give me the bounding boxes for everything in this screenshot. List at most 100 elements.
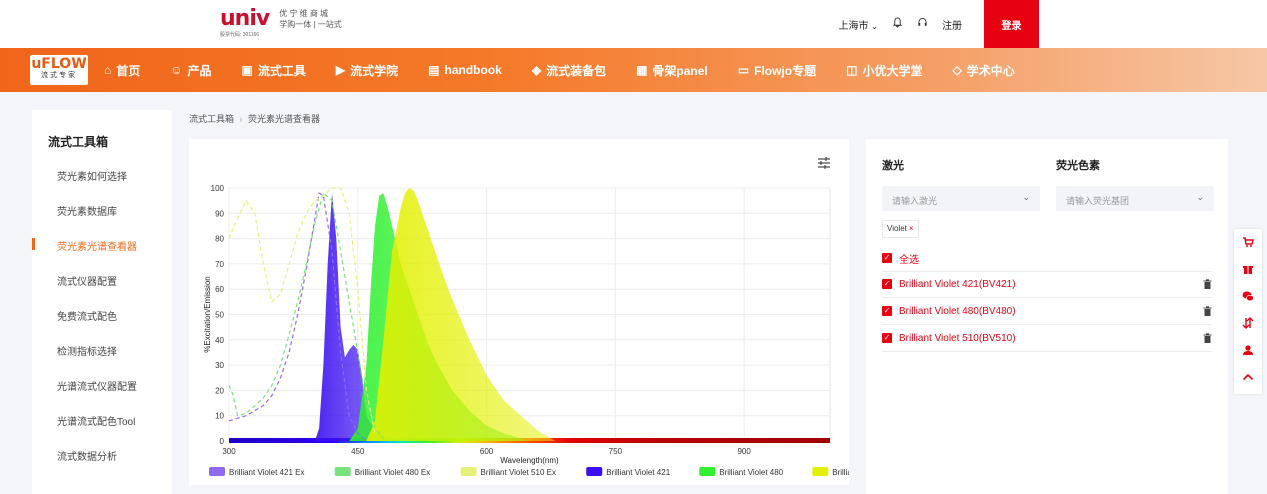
checkbox-checked-icon[interactable]: ✓ — [882, 333, 892, 343]
dye-row[interactable]: ✓ Brilliant Violet 510(BV510) — [882, 325, 1212, 352]
nav-item-4[interactable]: ▤ handbook — [428, 62, 502, 79]
y-tick-label: 40 — [215, 336, 224, 345]
legend-swatch — [209, 467, 225, 476]
sidebar-item[interactable]: 光谱流式配色Tool — [57, 413, 135, 428]
y-tick-label: 20 — [215, 386, 224, 395]
checkbox-checked-icon[interactable]: ✓ — [882, 306, 892, 316]
sidebar-item[interactable]: 免费流式配色 — [57, 308, 117, 323]
nav-item-label: 流式工具 — [257, 63, 306, 78]
y-tick-label: 60 — [215, 285, 224, 294]
sidebar-item[interactable]: 荧光素光谱查看器 — [57, 238, 137, 253]
sidebar-item[interactable]: 流式数据分析 — [57, 448, 117, 463]
y-tick-label: 50 — [215, 311, 224, 320]
dye-row[interactable]: ✓ Brilliant Violet 480(BV480) — [882, 298, 1212, 325]
nav-item-8[interactable]: ◫ 小优大学堂 — [846, 62, 922, 79]
register-link[interactable]: 注册 — [942, 17, 962, 32]
nav-item-label: 首页 — [116, 63, 141, 78]
legend-label: Brilliant Violet 480 Ex — [355, 468, 430, 477]
nav-icon: ▤ — [428, 63, 440, 77]
sidebar-item[interactable]: 检测指标选择 — [57, 343, 117, 358]
gift-icon[interactable] — [1234, 263, 1262, 278]
logo-stock-code: 股票代码: 301166 — [220, 32, 260, 38]
laser-tag-label: Violet — [887, 224, 907, 233]
headset-icon[interactable] — [917, 17, 928, 31]
uflow-logo[interactable]: uFLOW 流式专家 — [30, 55, 88, 85]
dye-label: 荧光色素 — [1056, 160, 1100, 172]
laser-label: 激光 — [882, 160, 904, 172]
remove-tag-icon[interactable]: × — [909, 224, 914, 233]
breadcrumb: 流式工具箱 › 荧光素光谱查看器 — [189, 112, 320, 125]
y-tick-label: 30 — [215, 361, 224, 370]
chevron-down-icon: ⌄ — [871, 21, 878, 31]
back-to-top-icon[interactable] — [1234, 371, 1262, 386]
legend-swatch — [812, 467, 829, 476]
dye-select[interactable]: 请输入荧光基团 ⌄ — [1056, 186, 1214, 211]
sidebar-title: 流式工具箱 — [48, 135, 109, 149]
nav-icon: ☺ — [170, 63, 183, 77]
dye-row[interactable]: ✓ Brilliant Violet 421(BV421) — [882, 271, 1212, 298]
legend-label: Brilliant Violet 421 Ex — [229, 468, 304, 477]
uflow-logo-sub: 流式专家 — [41, 72, 77, 79]
trash-icon[interactable] — [1203, 333, 1212, 345]
y-tick-label: 80 — [215, 235, 224, 244]
nav-item-2[interactable]: ▣ 流式工具 — [242, 62, 306, 79]
nav-item-label: 骨架panel — [652, 63, 708, 78]
sidebar-item[interactable]: 荧光素数据库 — [57, 203, 117, 218]
spectrum-chart: 0 10 20 30 40 50 60 70 80 90 100 300 450 600 750 900 Wav… — [203, 184, 849, 477]
nav-item-label: 小优大学堂 — [862, 63, 923, 78]
nav-item-label: 流式学院 — [350, 63, 399, 78]
city-selector[interactable]: 上海市 ⌄ — [839, 17, 878, 32]
chevron-down-icon: ⌄ — [1196, 192, 1204, 202]
checkbox-checked-icon[interactable]: ✓ — [882, 253, 892, 263]
trash-icon[interactable] — [1203, 306, 1212, 318]
nav-item-label: 学术中心 — [966, 63, 1015, 78]
active-indicator — [32, 238, 35, 250]
nav-item-3[interactable]: ▶ 流式学院 — [336, 62, 398, 79]
laser-tag: Violet × — [882, 220, 919, 238]
nav-item-7[interactable]: ▭ Flowjo专题 — [738, 62, 816, 79]
spectrum-chart-panel: 0 10 20 30 40 50 60 70 80 90 100 300 450 600 750 900 Wav… — [189, 139, 849, 485]
legend-label: Brilliant Violet 510 Ex — [481, 468, 556, 477]
legend-swatch — [334, 467, 351, 476]
chat-icon[interactable] — [1234, 290, 1262, 305]
breadcrumb-parent[interactable]: 流式工具箱 — [189, 114, 234, 124]
nav-item-label: 流式装备包 — [546, 63, 607, 78]
nav-item-label: 产品 — [187, 63, 212, 78]
chevron-down-icon: ⌄ — [1022, 192, 1030, 202]
x-tick-label: 900 — [737, 447, 751, 456]
nav-item-label: Flowjo专题 — [754, 63, 817, 78]
sidebar-item[interactable]: 荧光素如何选择 — [57, 168, 127, 183]
y-tick-label: 10 — [215, 412, 224, 421]
nav-item-9[interactable]: ◇ 学术中心 — [952, 62, 1014, 79]
nav-item-5[interactable]: ◈ 流式装备包 — [532, 62, 606, 79]
nav-item-1[interactable]: ☺ 产品 — [170, 62, 211, 79]
sidebar-item[interactable]: 流式仪器配置 — [57, 273, 117, 288]
laser-select[interactable]: 请输入激光 ⌄ — [882, 186, 1040, 211]
cart-icon[interactable] — [1234, 236, 1262, 251]
nav-icon: ▦ — [636, 63, 648, 77]
select-all-row[interactable]: ✓ 全选 — [882, 245, 1212, 272]
y-tick-label: 0 — [220, 437, 225, 446]
nav-item-0[interactable]: ⌂ 首页 — [104, 62, 140, 79]
trash-icon[interactable] — [1203, 279, 1212, 291]
nav-icon: ◈ — [531, 63, 542, 77]
x-tick-label: 300 — [222, 447, 236, 456]
bell-icon[interactable] — [892, 17, 903, 31]
logo-tagline: 优 宁 维 商 城 学购一体 | 一站式 — [279, 8, 342, 30]
nav-icon: ◇ — [952, 63, 962, 77]
dye-label: Brilliant Violet 480(BV480) — [899, 305, 1016, 317]
checkbox-checked-icon[interactable]: ✓ — [882, 279, 892, 289]
uflow-logo-word: uFLOW — [31, 56, 87, 72]
sort-icon[interactable] — [1234, 317, 1262, 332]
x-tick-label: 450 — [351, 447, 365, 456]
login-button[interactable]: 登录 — [984, 0, 1039, 48]
nav-item-6[interactable]: ▦ 骨架panel — [636, 62, 708, 79]
univ-logo[interactable]: univ 股票代码: 301166 优 宁 维 商 城 学购一体 | 一站式 — [220, 8, 342, 39]
sidebar-item[interactable]: 光谱流式仪器配置 — [57, 378, 137, 393]
y-tick-label: 90 — [215, 209, 224, 218]
select-all-label: 全选 — [899, 254, 919, 266]
nav-item-label: handbook — [444, 63, 502, 77]
legend-label: Brilliant Violet 480 — [719, 468, 783, 477]
y-tick-label: 70 — [215, 260, 224, 269]
user-icon[interactable] — [1234, 344, 1262, 359]
